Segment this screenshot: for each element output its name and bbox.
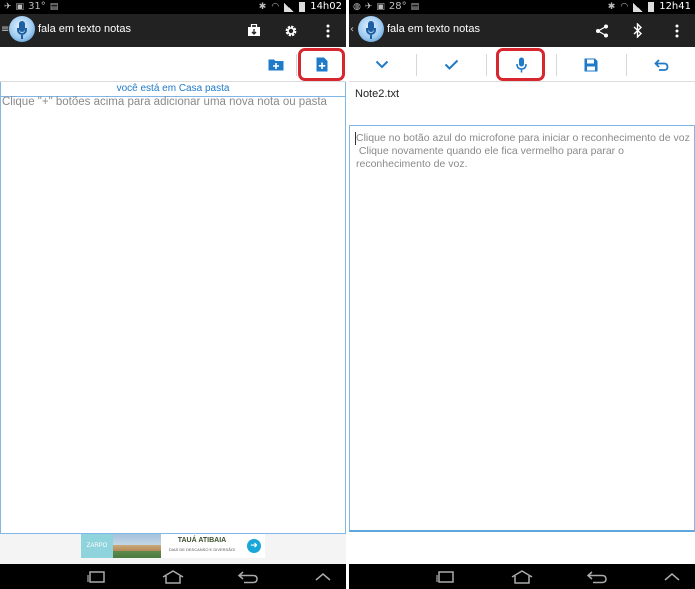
filename-text: Note2.txt — [355, 88, 400, 100]
battery-icon — [299, 2, 306, 12]
microphone-highlight — [496, 48, 545, 81]
filename-field[interactable]: Note2.txt — [349, 82, 695, 126]
app-logo-microphone-icon[interactable] — [9, 16, 35, 42]
new-folder-icon — [268, 59, 284, 71]
recent-apps-icon[interactable] — [431, 567, 461, 587]
battery-icon — [648, 2, 655, 12]
ad-banner[interactable]: ZARPO TAUÁ ATIBAIA DIAS DE DESCANSO E DI… — [81, 534, 265, 558]
editor-bottom-space — [349, 532, 695, 564]
collapse-button[interactable] — [349, 47, 415, 82]
notification-airplane-icon: ✈ — [4, 2, 12, 12]
briefcase-icon[interactable] — [241, 14, 267, 47]
home-icon[interactable] — [158, 567, 188, 587]
up-icon[interactable] — [657, 567, 687, 587]
temperature-text: 28° — [388, 1, 407, 12]
navigation-bar — [0, 564, 346, 589]
ad-photo — [113, 534, 161, 558]
clock-text: 12h41 — [659, 1, 691, 12]
left-screenshot: ✈ ▣ 31° ▤ ✱ ◠ 14h02 ≡ fala em texto nota… — [0, 0, 346, 589]
new-note-highlight — [298, 48, 345, 81]
save-button[interactable] — [557, 47, 625, 82]
app-logo-microphone-icon[interactable] — [358, 16, 384, 42]
note-editor[interactable]: Clique no botão azul do microfone para i… — [349, 126, 695, 532]
bluetooth-status-icon: ✱ — [607, 2, 616, 12]
clock-text: 14h02 — [310, 1, 342, 12]
action-bar: ‹ fala em texto notas — [349, 14, 695, 47]
undo-button[interactable] — [627, 47, 695, 82]
bluetooth-icon[interactable] — [625, 14, 651, 47]
check-icon — [444, 59, 458, 70]
ad-title: TAUÁ ATIBAIA — [177, 537, 227, 544]
back-icon[interactable] — [233, 567, 263, 587]
up-navigation-icon[interactable]: ‹ — [350, 24, 354, 35]
ad-arrow-icon[interactable]: ➜ — [247, 539, 261, 553]
ad-logo: ZARPO — [81, 534, 113, 558]
up-icon[interactable] — [308, 567, 338, 587]
wifi-status-icon: ◠ — [620, 2, 629, 12]
app-title: fala em texto notas — [387, 23, 480, 35]
confirm-button[interactable] — [417, 47, 485, 82]
recent-apps-icon[interactable] — [82, 567, 112, 587]
notification-image-icon: ▣ — [376, 2, 385, 12]
new-folder-button[interactable] — [262, 47, 290, 82]
back-icon[interactable] — [582, 567, 612, 587]
signal-icon — [284, 2, 295, 12]
note-list[interactable]: você está em Casa pasta Clique "+" botõe… — [0, 82, 346, 534]
undo-icon — [653, 58, 668, 71]
editor-hint: Clique no botão azul do microfone para i… — [356, 132, 690, 170]
right-screenshot: ◍ ✈ ▣ 28° ▤ ✱ ◠ 12h41 ‹ fala em texto no… — [349, 0, 695, 589]
editor-toolbar — [349, 47, 695, 82]
app-title: fala em texto notas — [38, 23, 131, 35]
status-bar: ◍ ✈ ▣ 28° ▤ ✱ ◠ 12h41 — [349, 0, 695, 14]
current-folder-label: você está em Casa pasta — [116, 83, 230, 94]
gear-icon[interactable] — [278, 14, 304, 47]
notification-airplane-icon: ✈ — [364, 2, 373, 12]
overflow-menu-icon[interactable] — [664, 14, 690, 47]
overflow-menu-icon[interactable] — [315, 14, 341, 47]
navigation-bar — [349, 564, 695, 589]
chevron-down-icon — [375, 60, 389, 69]
status-bar: ✈ ▣ 31° ▤ ✱ ◠ 14h02 — [0, 0, 346, 14]
notification-gallery-icon: ▤ — [410, 2, 420, 12]
temperature-text: 31° — [28, 1, 46, 12]
ad-bar: ZARPO TAUÁ ATIBAIA DIAS DE DESCANSO E DI… — [0, 534, 346, 564]
notification-chat-icon: ◍ — [353, 2, 361, 12]
action-bar: ≡ fala em texto notas — [0, 14, 346, 47]
save-icon — [584, 58, 598, 71]
wifi-status-icon: ◠ — [271, 2, 280, 12]
empty-list-hint: Clique "+" botões acima para adicionar u… — [2, 96, 327, 108]
ad-subtitle: DIAS DE DESCANSO E DIVERSÃO! — [168, 547, 236, 552]
toolbar — [0, 47, 346, 82]
share-icon[interactable] — [589, 14, 615, 47]
home-icon[interactable] — [507, 567, 537, 587]
notification-image-icon: ▣ — [15, 2, 25, 12]
signal-icon — [633, 2, 644, 12]
notification-gallery-icon: ▤ — [49, 2, 59, 12]
bluetooth-status-icon: ✱ — [258, 2, 267, 12]
